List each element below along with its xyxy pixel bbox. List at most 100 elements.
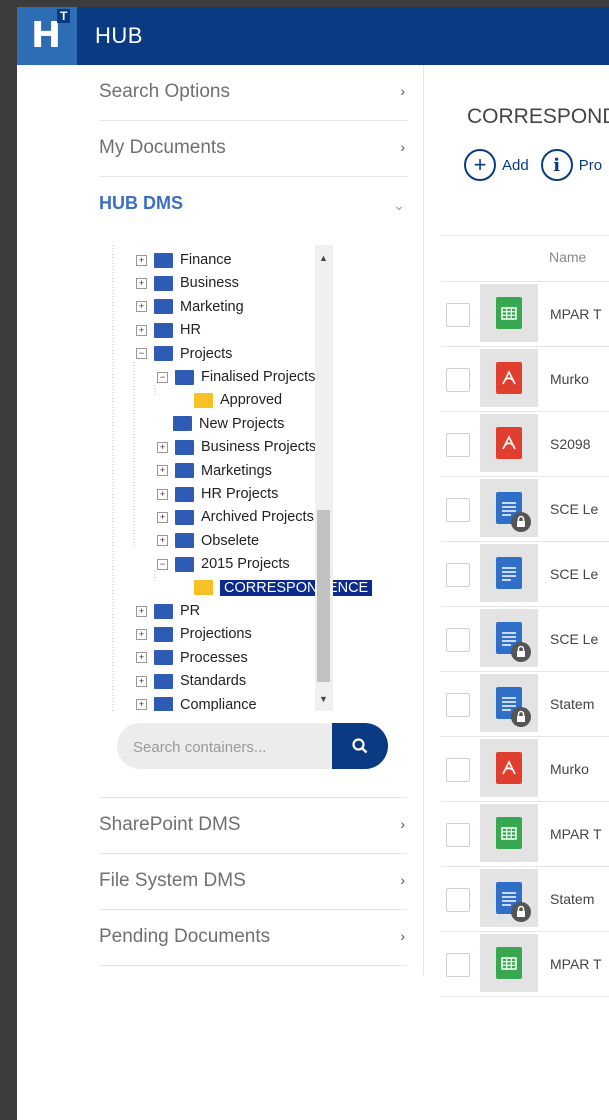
table-row[interactable]: SCE Le (441, 542, 609, 607)
expand-icon[interactable]: + (136, 301, 147, 313)
file-name[interactable]: MPAR T (550, 306, 602, 322)
tree-node-obselete[interactable]: + Obselete (157, 530, 259, 552)
file-thumbnail[interactable] (480, 349, 538, 407)
row-checkbox[interactable] (446, 693, 470, 717)
tree-node-compliance[interactable]: + Compliance (136, 694, 257, 711)
table-row[interactable]: MPAR T (441, 932, 609, 997)
tree-node-processes[interactable]: + Processes (136, 647, 248, 669)
hub-logo[interactable]: H T (17, 7, 77, 65)
scroll-thumb[interactable] (317, 510, 330, 682)
file-thumbnail[interactable] (480, 934, 538, 992)
expand-icon[interactable]: + (136, 605, 147, 617)
sidebar-item-sharepoint-dms[interactable]: SharePoint DMS › (99, 798, 407, 854)
row-checkbox[interactable] (446, 368, 470, 392)
tree-node-approved[interactable]: Approved (178, 389, 282, 411)
row-checkbox[interactable] (446, 433, 470, 457)
expand-icon[interactable]: + (136, 254, 147, 266)
tree-node-hr[interactable]: + HR (136, 319, 201, 341)
expand-icon[interactable]: + (136, 652, 147, 664)
tree-node-pr[interactable]: + PR (136, 600, 200, 622)
tree-node-new-projects[interactable]: New Projects (157, 413, 284, 435)
table-row[interactable]: Statem (441, 867, 609, 932)
scroll-down-icon[interactable]: ▼ (319, 694, 328, 704)
row-checkbox[interactable] (446, 303, 470, 327)
row-checkbox[interactable] (446, 563, 470, 587)
tree-node-business[interactable]: + Business (136, 272, 239, 294)
tree-node-business-projects[interactable]: + Business Projects (157, 436, 316, 458)
sidebar-item-pending-documents[interactable]: Pending Documents › (99, 910, 407, 966)
file-thumbnail[interactable] (480, 609, 538, 667)
tree-node-finalised-projects[interactable]: − Finalised Projects (157, 366, 315, 388)
toolbar-pro-button[interactable]: Pro (579, 157, 602, 174)
tree-node-projections[interactable]: + Projections (136, 623, 252, 645)
row-checkbox[interactable] (446, 758, 470, 782)
row-checkbox[interactable] (446, 628, 470, 652)
info-icon[interactable]: i (540, 149, 573, 181)
table-row[interactable]: Murko (441, 737, 609, 802)
document-icon (496, 557, 522, 589)
expand-icon[interactable]: + (136, 628, 147, 640)
file-thumbnail[interactable] (480, 414, 538, 472)
tree-scrollbar[interactable]: ▲ ▼ (315, 245, 333, 711)
file-name[interactable]: SCE Le (550, 501, 598, 517)
tree-node-standards[interactable]: + Standards (136, 670, 246, 692)
sidebar-item-search-options[interactable]: Search Options › (99, 65, 407, 121)
expand-icon[interactable]: + (136, 675, 147, 687)
sidebar-item-my-documents[interactable]: My Documents › (99, 121, 407, 177)
tree-node-finance[interactable]: + Finance (136, 249, 232, 271)
tree-node-hr-projects[interactable]: + HR Projects (157, 483, 278, 505)
expand-icon[interactable]: + (157, 535, 168, 547)
file-thumbnail[interactable] (480, 479, 538, 537)
tree-node-marketings[interactable]: + Marketings (157, 460, 272, 482)
row-checkbox[interactable] (446, 498, 470, 522)
file-name[interactable]: S2098 (550, 436, 590, 452)
scroll-up-icon[interactable]: ▲ (319, 253, 328, 263)
tree-node-correspondence[interactable]: CORRESPONDENCE (178, 577, 373, 599)
sidebar-item-file-system-dms[interactable]: File System DMS › (99, 854, 407, 910)
file-name[interactable]: Murko (550, 761, 589, 777)
file-name[interactable]: SCE Le (550, 631, 598, 647)
collapse-icon[interactable]: − (157, 371, 168, 383)
file-thumbnail[interactable] (480, 544, 538, 602)
expand-icon[interactable]: + (136, 277, 147, 289)
file-name[interactable]: Murko (550, 371, 589, 387)
expand-icon[interactable]: + (157, 441, 168, 453)
table-row[interactable]: Murko (441, 347, 609, 412)
search-input[interactable] (117, 723, 350, 769)
file-name[interactable]: SCE Le (550, 566, 598, 582)
sidebar-item-hub-dms[interactable]: HUB DMS ⌄ (99, 177, 407, 232)
table-row[interactable]: Statem (441, 672, 609, 737)
file-thumbnail[interactable] (480, 284, 538, 342)
file-name[interactable]: Statem (550, 891, 594, 907)
expand-icon[interactable]: + (157, 511, 168, 523)
table-row[interactable]: S2098 (441, 412, 609, 477)
column-header-name[interactable]: Name (549, 249, 586, 265)
file-thumbnail[interactable] (480, 674, 538, 732)
table-row[interactable]: MPAR T (441, 282, 609, 347)
expand-icon[interactable]: + (136, 324, 147, 336)
search-button[interactable] (332, 723, 388, 769)
file-name[interactable]: MPAR T (550, 956, 602, 972)
row-checkbox[interactable] (446, 823, 470, 847)
table-row[interactable]: SCE Le (441, 477, 609, 542)
file-thumbnail[interactable] (480, 739, 538, 797)
file-name[interactable]: MPAR T (550, 826, 602, 842)
collapse-icon[interactable]: − (157, 558, 168, 570)
file-thumbnail[interactable] (480, 804, 538, 862)
toolbar-add-button[interactable]: Add (502, 157, 529, 174)
tree-node-projects[interactable]: − Projects (136, 343, 232, 365)
tree-node-2015-projects[interactable]: − 2015 Projects (157, 553, 290, 575)
table-row[interactable]: MPAR T (441, 802, 609, 867)
add-icon[interactable]: + (464, 149, 496, 181)
tree-node-archived-projects[interactable]: + Archived Projects (157, 506, 314, 528)
expand-icon[interactable]: + (157, 488, 168, 500)
table-row[interactable]: SCE Le (441, 607, 609, 672)
expand-icon[interactable]: + (136, 699, 147, 711)
row-checkbox[interactable] (446, 953, 470, 977)
collapse-icon[interactable]: − (136, 348, 147, 360)
tree-node-marketing[interactable]: + Marketing (136, 296, 244, 318)
file-thumbnail[interactable] (480, 869, 538, 927)
expand-icon[interactable]: + (157, 465, 168, 477)
row-checkbox[interactable] (446, 888, 470, 912)
file-name[interactable]: Statem (550, 696, 594, 712)
